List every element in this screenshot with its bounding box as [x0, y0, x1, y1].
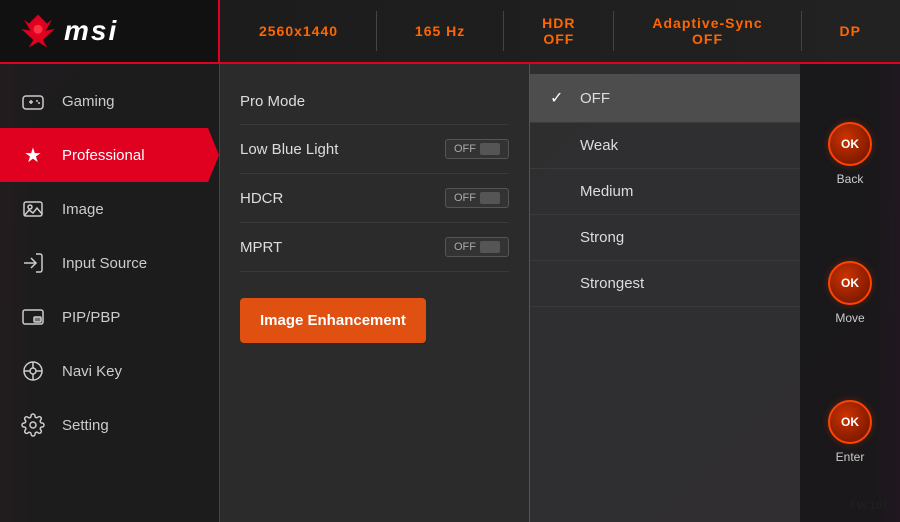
pip-pbp-icon [20, 304, 46, 330]
input-source-label: Input Source [62, 255, 147, 272]
gaming-icon [20, 88, 46, 114]
hdr-stat: HDR OFF [542, 15, 575, 47]
sidebar-item-input-source[interactable]: Input Source [0, 236, 219, 290]
adaptive-sync-stat: Adaptive-Sync OFF [652, 15, 762, 47]
enter-control: OK Enter [828, 400, 872, 464]
enter-button[interactable]: OK [828, 400, 872, 444]
hdcr-label: HDCR [240, 190, 283, 207]
msi-dragon-icon [20, 13, 56, 49]
option-medium-label: Medium [580, 183, 633, 200]
port-stat: DP [840, 23, 861, 39]
sidebar-item-pip-pbp[interactable]: PIP/PBP [0, 290, 219, 344]
content-area: Gaming ★ Professional Image Input Source [0, 64, 900, 522]
pro-mode-row[interactable]: Pro Mode [240, 79, 509, 125]
setting-icon [20, 412, 46, 438]
mprt-row[interactable]: MPRT OFF [240, 223, 509, 272]
middle-panel: Pro Mode Low Blue Light OFF HDCR OFF [220, 64, 530, 522]
msi-logo: msi [20, 13, 118, 49]
navi-key-icon [20, 358, 46, 384]
mprt-label: MPRT [240, 239, 282, 256]
main-container: msi 2560x1440 165 Hz HDR OFF Adaptive-Sy… [0, 0, 900, 522]
professional-label: Professional [62, 147, 145, 164]
move-button[interactable]: OK [828, 261, 872, 305]
hdcr-toggle-state: OFF [454, 192, 476, 204]
option-medium[interactable]: Medium [530, 169, 800, 215]
enter-btn-label: OK [841, 415, 859, 429]
sidebar-item-setting[interactable]: Setting [0, 398, 219, 452]
pro-mode-label: Pro Mode [240, 93, 305, 110]
option-off-label: OFF [580, 90, 610, 107]
refresh-rate-stat: 165 Hz [415, 23, 465, 39]
gaming-label: Gaming [62, 93, 115, 110]
top-bar: msi 2560x1440 165 Hz HDR OFF Adaptive-Sy… [0, 0, 900, 64]
low-blue-light-label: Low Blue Light [240, 141, 338, 158]
low-blue-light-toggle-state: OFF [454, 143, 476, 155]
navi-key-label: Navi Key [62, 363, 122, 380]
sidebar-item-professional[interactable]: ★ Professional [0, 128, 219, 182]
low-blue-light-row[interactable]: Low Blue Light OFF [240, 125, 509, 174]
sidebar: Gaming ★ Professional Image Input Source [0, 64, 220, 522]
top-stats: 2560x1440 165 Hz HDR OFF Adaptive-Sync O… [220, 11, 900, 51]
mprt-toggle-state: OFF [454, 241, 476, 253]
image-label: Image [62, 201, 104, 218]
stat-divider-1 [376, 11, 377, 51]
image-enhancement-button[interactable]: Image Enhancement [240, 298, 426, 343]
image-enhancement-row: Image Enhancement [240, 280, 509, 357]
back-control: OK Back [828, 122, 872, 186]
check-mark-icon: ✓ [550, 88, 570, 108]
move-control: OK Move [828, 261, 872, 325]
mprt-toggle[interactable]: OFF [445, 237, 509, 257]
hdcr-toggle[interactable]: OFF [445, 188, 509, 208]
option-strongest[interactable]: Strongest [530, 261, 800, 307]
resolution-stat: 2560x1440 [259, 23, 338, 39]
option-strong-label: Strong [580, 229, 624, 246]
pip-pbp-label: PIP/PBP [62, 309, 120, 326]
back-btn-label: OK [841, 137, 859, 151]
option-weak-label: Weak [580, 137, 618, 154]
logo-area: msi [0, 0, 220, 62]
input-source-icon [20, 250, 46, 276]
stat-divider-3 [613, 11, 614, 51]
sidebar-item-gaming[interactable]: Gaming [0, 74, 219, 128]
option-off[interactable]: ✓ OFF [530, 74, 800, 123]
sidebar-item-image[interactable]: Image [0, 182, 219, 236]
professional-icon: ★ [20, 142, 46, 168]
low-blue-light-toggle[interactable]: OFF [445, 139, 509, 159]
stat-divider-4 [801, 11, 802, 51]
back-label: Back [837, 172, 864, 186]
option-strong[interactable]: Strong [530, 215, 800, 261]
back-button[interactable]: OK [828, 122, 872, 166]
brand-name: msi [64, 15, 118, 47]
enter-label: Enter [836, 450, 865, 464]
move-label: Move [835, 311, 864, 325]
move-btn-label: OK [841, 276, 859, 290]
setting-label: Setting [62, 417, 109, 434]
option-strongest-label: Strongest [580, 275, 644, 292]
sidebar-item-navi-key[interactable]: Navi Key [0, 344, 219, 398]
controls-panel: OK Back OK Move OK Enter [800, 64, 900, 522]
right-panel: ✓ OFF Weak Medium Strong Strongest [530, 64, 800, 522]
stat-divider-2 [503, 11, 504, 51]
image-icon [20, 196, 46, 222]
option-weak[interactable]: Weak [530, 123, 800, 169]
hdcr-row[interactable]: HDCR OFF [240, 174, 509, 223]
